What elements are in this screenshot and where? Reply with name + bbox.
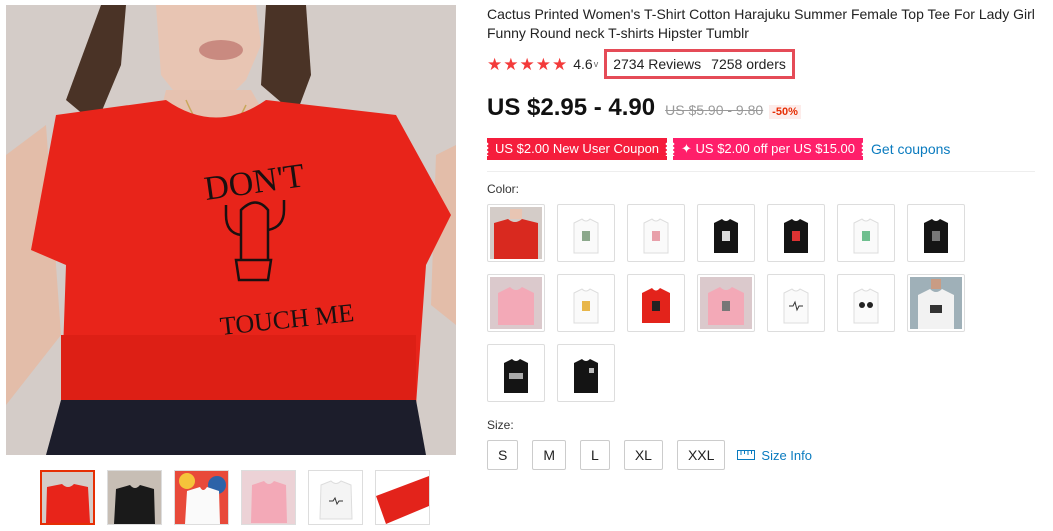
color-swatch-white-pink[interactable] [627, 204, 685, 262]
color-swatch-black-grey[interactable] [907, 204, 965, 262]
color-swatch-white-yellow[interactable] [557, 274, 615, 332]
color-swatch-black-pocket[interactable] [557, 344, 615, 402]
chevron-down-icon[interactable]: v [594, 59, 599, 69]
size-option-xl[interactable]: XL [623, 440, 663, 470]
star-icon: ★ [519, 54, 535, 74]
thumbnail-6[interactable] [375, 470, 430, 525]
product-info: Cactus Printed Women's T-Shirt Cotton Ha… [484, 5, 1047, 470]
divider [487, 171, 1035, 172]
color-swatch-black-white[interactable] [697, 204, 755, 262]
color-swatch-white-green[interactable] [837, 204, 895, 262]
new-user-coupon[interactable]: US $2.00 New User Coupon [484, 138, 670, 160]
size-options: S M L XL XXL Size Info [487, 440, 1047, 470]
product-title: Cactus Printed Women's T-Shirt Cotton Ha… [487, 6, 1035, 41]
ruler-icon [737, 450, 756, 460]
coupon-row: US $2.00 New User Coupon ✦ US $2.00 off … [484, 138, 1047, 160]
size-label: Size: [487, 418, 514, 432]
model-photo: DON'T TOUCH ME [6, 5, 456, 455]
color-swatch-black-red[interactable] [767, 204, 825, 262]
rating-value[interactable]: 4.6 [573, 56, 592, 72]
thumbnail-1[interactable] [40, 470, 95, 525]
store-coupon[interactable]: ✦ US $2.00 off per US $15.00 [671, 138, 865, 160]
star-rating: ★ ★ ★ ★ ★ [487, 56, 567, 73]
size-option-l[interactable]: L [580, 440, 610, 470]
size-info-label: Size Info [761, 447, 812, 463]
color-swatch-red-photo[interactable] [487, 204, 545, 262]
size-info-link[interactable]: Size Info [737, 448, 812, 463]
star-icon: ★ [487, 54, 503, 74]
color-swatch-white-heartbeat[interactable] [767, 274, 825, 332]
color-swatch-white-eyes[interactable] [837, 274, 895, 332]
size-option-m[interactable]: M [532, 440, 567, 470]
star-icon: ★ [535, 54, 551, 74]
orders-count: 7258 orders [711, 56, 786, 72]
reviews-count[interactable]: 2734 Reviews [613, 56, 701, 72]
color-swatch-90s-photo[interactable] [907, 274, 965, 332]
discount-badge: -50% [769, 105, 801, 119]
get-coupons-link[interactable]: Get coupons [871, 141, 950, 157]
color-label: Color: [487, 182, 520, 196]
color-swatch-red[interactable] [627, 274, 685, 332]
main-product-image[interactable]: DON'T TOUCH ME [6, 5, 456, 455]
thumbnail-2[interactable] [107, 470, 162, 525]
color-swatch-pink-print[interactable] [697, 274, 755, 332]
color-swatch-black-text[interactable] [487, 344, 545, 402]
current-price: US $2.95 - 4.90 [487, 94, 656, 121]
rating-row: ★ ★ ★ ★ ★ 4.6 v 2734 Reviews 7258 orders [487, 49, 1047, 79]
color-swatches [487, 204, 1047, 402]
thumbnail-4[interactable] [241, 470, 296, 525]
thumbnail-strip [40, 470, 430, 525]
thumbnail-3[interactable] [174, 470, 229, 525]
color-swatch-pink[interactable] [487, 274, 545, 332]
thumbnail-5[interactable] [308, 470, 363, 525]
original-price: US $5.90 - 9.80 [665, 102, 764, 118]
star-icon: ★ [503, 54, 519, 74]
size-option-s[interactable]: S [487, 440, 519, 470]
color-swatch-white-cactus[interactable] [557, 204, 615, 262]
stats-highlight-box: 2734 Reviews 7258 orders [604, 49, 795, 79]
star-icon: ★ [552, 54, 568, 74]
size-option-xxl[interactable]: XXL [676, 440, 726, 470]
price-row: US $2.95 - 4.90 US $5.90 - 9.80 -50% [487, 94, 1047, 122]
